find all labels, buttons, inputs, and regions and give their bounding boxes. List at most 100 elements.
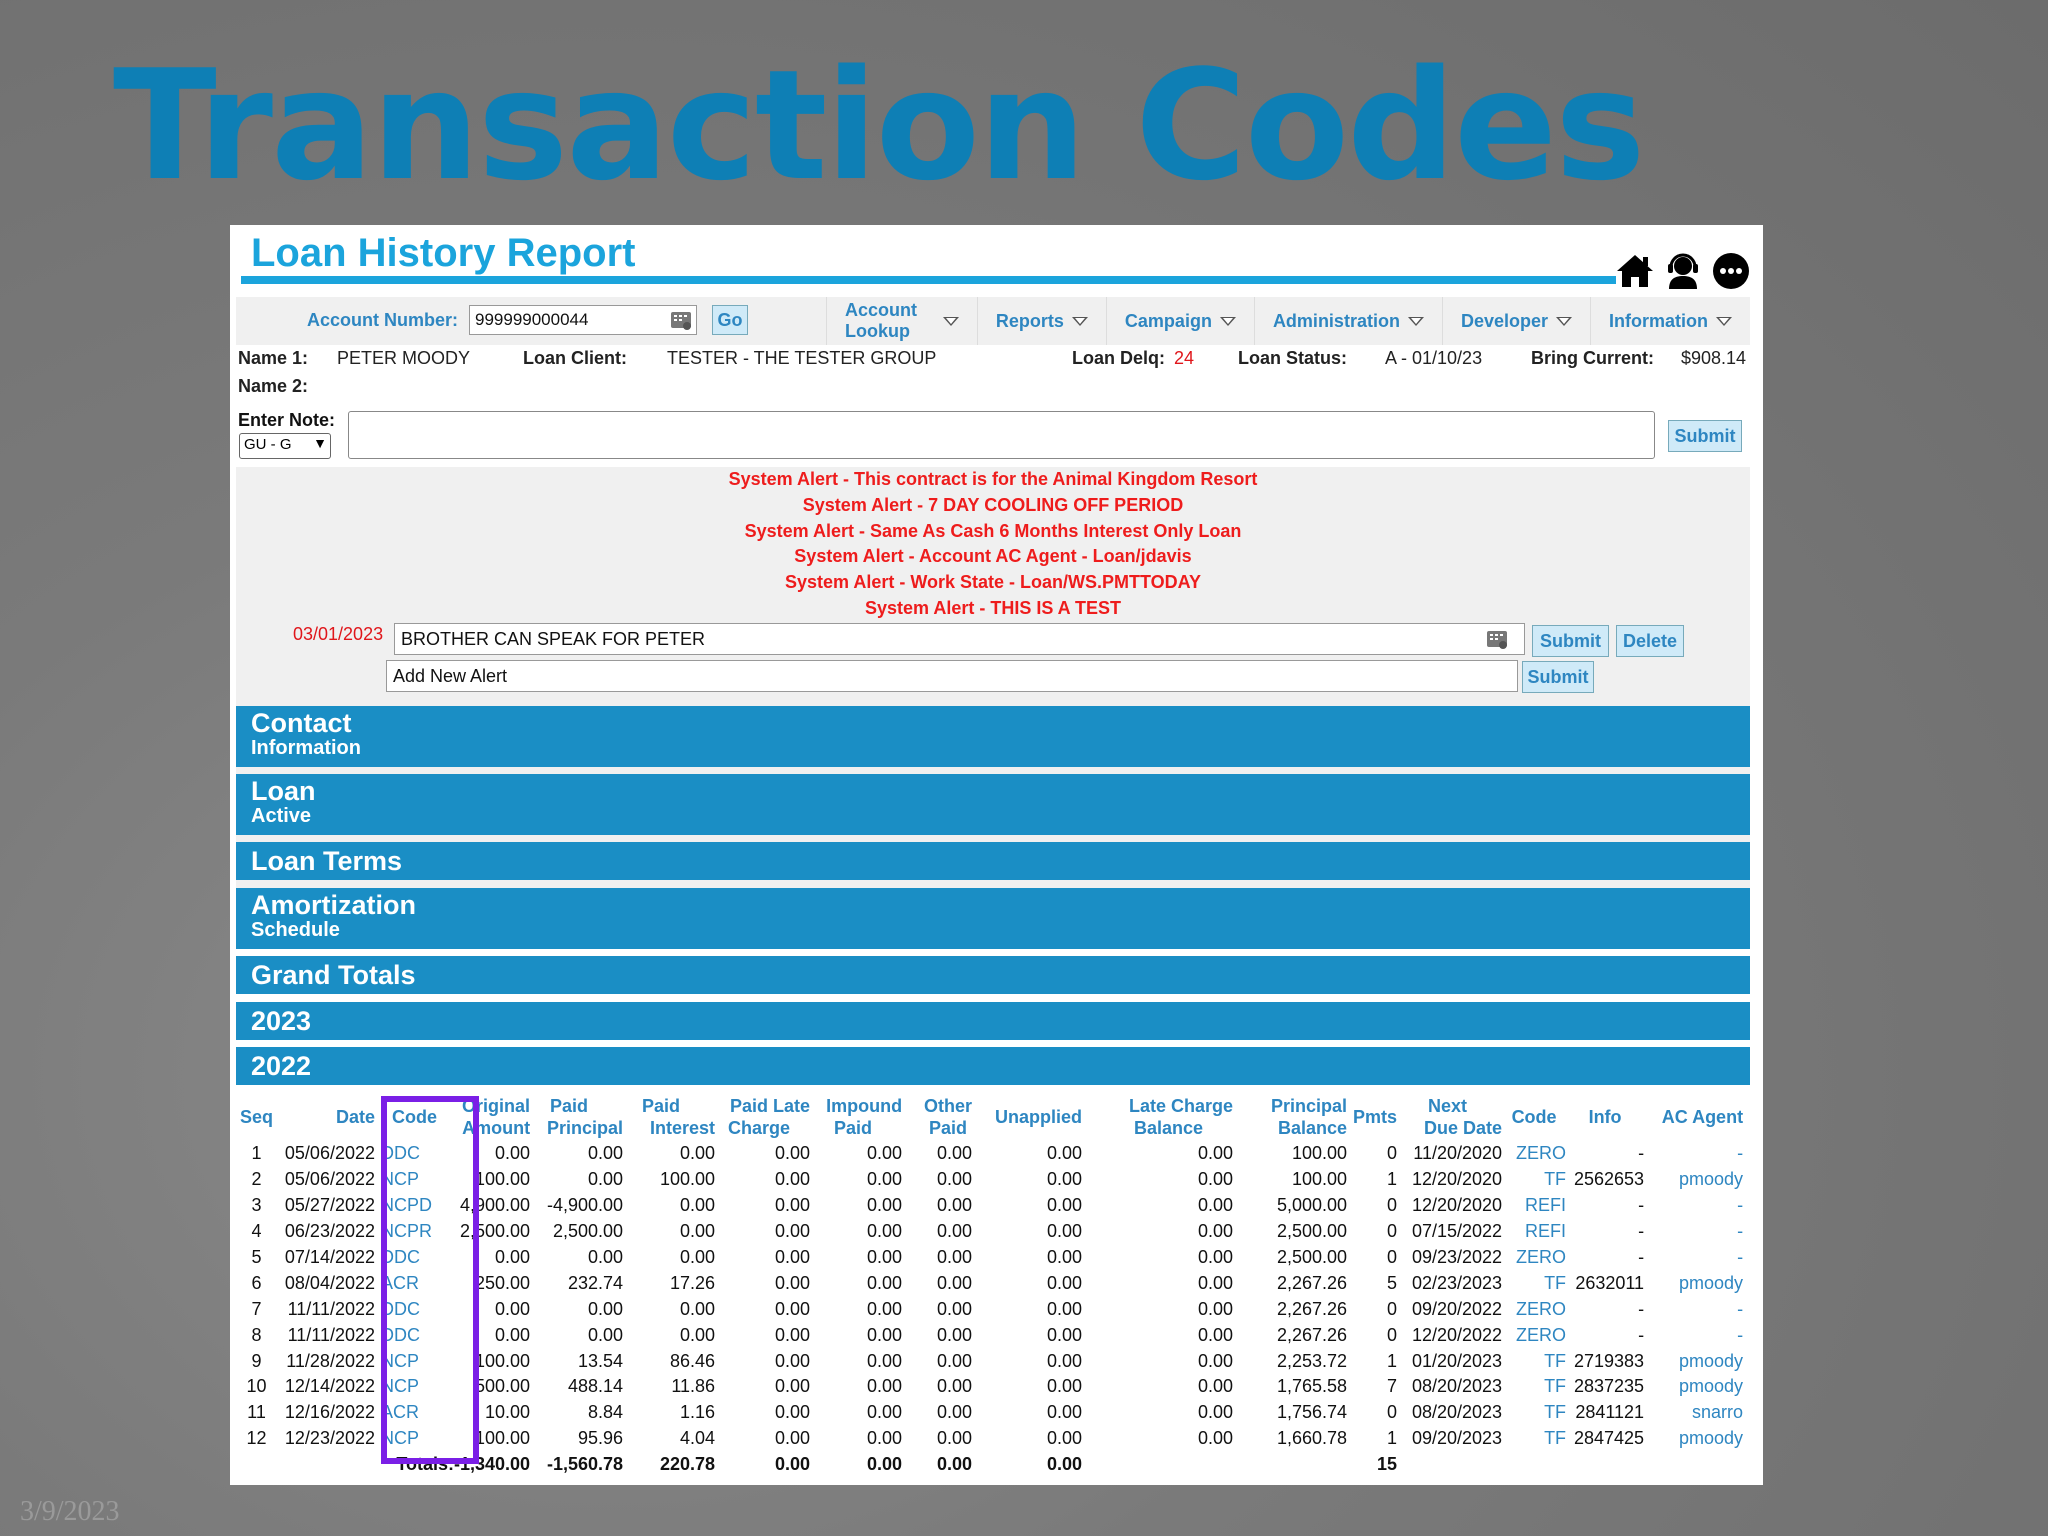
alert-message: System Alert - Same As Cash 6 Months Int… <box>744 520 1242 541</box>
unapplied-cell: 0.00 <box>1047 1402 1083 1423</box>
late-charge-balance-cell: 0.00 <box>1198 1324 1234 1345</box>
chevron-down-icon: ▼ <box>313 435 327 451</box>
dropdown-arrow-icon <box>1407 316 1424 326</box>
code2-link[interactable]: TF <box>1502 1374 1566 1400</box>
late-charge-balance-cell: 0.00 <box>1198 1428 1234 1449</box>
go-button[interactable]: Go <box>712 305 748 335</box>
info-cell: - <box>1638 1298 1645 1319</box>
other-paid-cell: 0.00 <box>937 1195 973 1216</box>
code2-link[interactable]: ZERO <box>1502 1296 1566 1322</box>
menu-administration[interactable]: Administration <box>1253 297 1442 345</box>
section-loan-active[interactable]: Loan Active <box>236 774 1750 835</box>
date-cell: 12/16/2022 <box>284 1402 375 1423</box>
paid-interest-cell: 0.00 <box>680 1247 716 1267</box>
paid-principal-cell: 8.84 <box>588 1402 624 1423</box>
code2-link[interactable]: TF <box>1502 1167 1566 1193</box>
paid-late-charge-cell: 0.00 <box>775 1247 811 1267</box>
note-submit-button[interactable]: Submit <box>1668 420 1742 452</box>
menu-developer[interactable]: Developer <box>1441 297 1590 345</box>
seq-cell: 1 <box>251 1143 262 1164</box>
info-cell: 2837235 <box>1573 1376 1645 1397</box>
code2-link[interactable]: TF <box>1502 1400 1566 1426</box>
ac-agent-link[interactable]: pmoody <box>1644 1270 1743 1296</box>
dropdown-arrow-icon <box>1219 316 1236 326</box>
code2-link[interactable]: ZERO <box>1502 1245 1566 1271</box>
unapplied-cell: 0.00 <box>1047 1247 1083 1267</box>
section-amortization-schedule[interactable]: Amortization Schedule <box>236 888 1750 949</box>
new-alert-submit-button[interactable]: Submit <box>1522 661 1594 693</box>
ac-agent-link[interactable]: - <box>1644 1193 1743 1219</box>
section-grand-totals[interactable]: Grand Totals <box>236 956 1750 994</box>
calculator-icon[interactable] <box>670 309 692 331</box>
alert-date: 03/01/2023 <box>293 624 384 644</box>
account-number-input[interactable]: 999999000044 <box>469 305 697 335</box>
menu-account-lookup[interactable]: Account Lookup <box>826 297 977 345</box>
menu-campaign[interactable]: Campaign <box>1105 297 1254 345</box>
new-alert-input[interactable]: Add New Alert <box>386 660 1518 692</box>
menu-information[interactable]: Information <box>1590 297 1750 345</box>
date-cell: 07/14/2022 <box>284 1247 375 1267</box>
code2-link[interactable]: TF <box>1502 1348 1566 1374</box>
ac-agent-link[interactable]: pmoody <box>1644 1426 1743 1452</box>
ac-agent-link[interactable]: pmoody <box>1644 1167 1743 1193</box>
late-charge-balance-cell: 0.00 <box>1198 1143 1234 1164</box>
impound-paid-cell: 0.00 <box>867 1402 903 1423</box>
code2-link[interactable]: TF <box>1502 1426 1566 1452</box>
section-2022[interactable]: 2022 <box>236 1047 1750 1085</box>
alert-text-input[interactable]: BROTHER CAN SPEAK FOR PETER <box>394 623 1525 655</box>
col-header: Other Paid <box>924 1096 973 1138</box>
pmts-cell: 1 <box>1387 1350 1398 1371</box>
principal-balance-cell: 2,500.00 <box>1276 1221 1348 1242</box>
seq-cell: 10 <box>246 1376 267 1397</box>
impound-paid-cell: 0.00 <box>867 1169 903 1190</box>
support-agent-icon[interactable] <box>1663 251 1703 291</box>
col-header: Principal Balance <box>1271 1096 1348 1138</box>
ac-agent-link[interactable]: - <box>1644 1245 1743 1271</box>
menu-reports[interactable]: Reports <box>976 297 1106 345</box>
pmts-cell: 0 <box>1387 1221 1398 1242</box>
alert-submit-button[interactable]: Submit <box>1532 625 1609 657</box>
ac-agent-link[interactable]: - <box>1644 1219 1743 1245</box>
code2-link[interactable]: REFI <box>1502 1219 1566 1245</box>
note-type-select[interactable]: GU - G ▼ <box>239 433 331 459</box>
impound-paid-cell: 0.00 <box>867 1324 903 1345</box>
code2-link[interactable]: ZERO <box>1502 1141 1566 1167</box>
more-icon[interactable] <box>1711 251 1751 291</box>
principal-balance-cell: 100.00 <box>1292 1143 1348 1164</box>
paid-principal-cell: 95.96 <box>578 1428 624 1449</box>
calculator-icon[interactable] <box>1486 628 1508 655</box>
code2-link[interactable]: TF <box>1502 1270 1566 1296</box>
code2-link[interactable]: ZERO <box>1502 1322 1566 1348</box>
pmts-cell: 1 <box>1387 1428 1398 1449</box>
impound-paid-cell: 0.00 <box>867 1143 903 1164</box>
navigation-bar: Account Number: 999999000044 Go Account … <box>236 297 1750 345</box>
ac-agent-link[interactable]: snarro <box>1644 1400 1743 1426</box>
paid-interest-cell: 0.00 <box>680 1143 716 1164</box>
ac-agent-link[interactable]: pmoody <box>1644 1348 1743 1374</box>
ac-agent-link[interactable]: - <box>1644 1141 1743 1167</box>
impound-paid-cell: 0.00 <box>867 1272 903 1293</box>
alert-message: System Alert - Account AC Agent - Loan/j… <box>794 546 1192 567</box>
ac-agent-link[interactable]: - <box>1644 1322 1743 1348</box>
section-loan-terms[interactable]: Loan Terms <box>236 842 1750 880</box>
section-contact-information[interactable]: Contact Information <box>236 706 1750 767</box>
loan-client-value: TESTER - THE TESTER GROUP <box>667 348 937 368</box>
paid-late-charge-cell: 0.00 <box>775 1324 811 1345</box>
alert-delete-button[interactable]: Delete <box>1616 625 1684 657</box>
paid-interest-cell: 86.46 <box>670 1350 716 1371</box>
ac-agent-link[interactable]: - <box>1644 1296 1743 1322</box>
total-paid-late-charge: 0.00 <box>775 1454 811 1475</box>
paid-principal-cell: 2,500.00 <box>552 1221 624 1242</box>
code-column-highlight <box>381 1096 479 1464</box>
section-2023[interactable]: 2023 <box>236 1002 1750 1040</box>
late-charge-balance-cell: 0.00 <box>1198 1298 1234 1319</box>
account-number-label: Account Number: <box>307 310 459 330</box>
code2-link[interactable]: REFI <box>1502 1193 1566 1219</box>
ac-agent-link[interactable]: pmoody <box>1644 1374 1743 1400</box>
unapplied-cell: 0.00 <box>1047 1298 1083 1319</box>
info-cell: 2562653 <box>1573 1169 1645 1190</box>
info-cell: 2632011 <box>1575 1272 1645 1293</box>
note-textarea[interactable] <box>348 411 1655 459</box>
home-icon[interactable] <box>1615 251 1655 291</box>
date-cell: 11/11/2022 <box>287 1298 375 1319</box>
